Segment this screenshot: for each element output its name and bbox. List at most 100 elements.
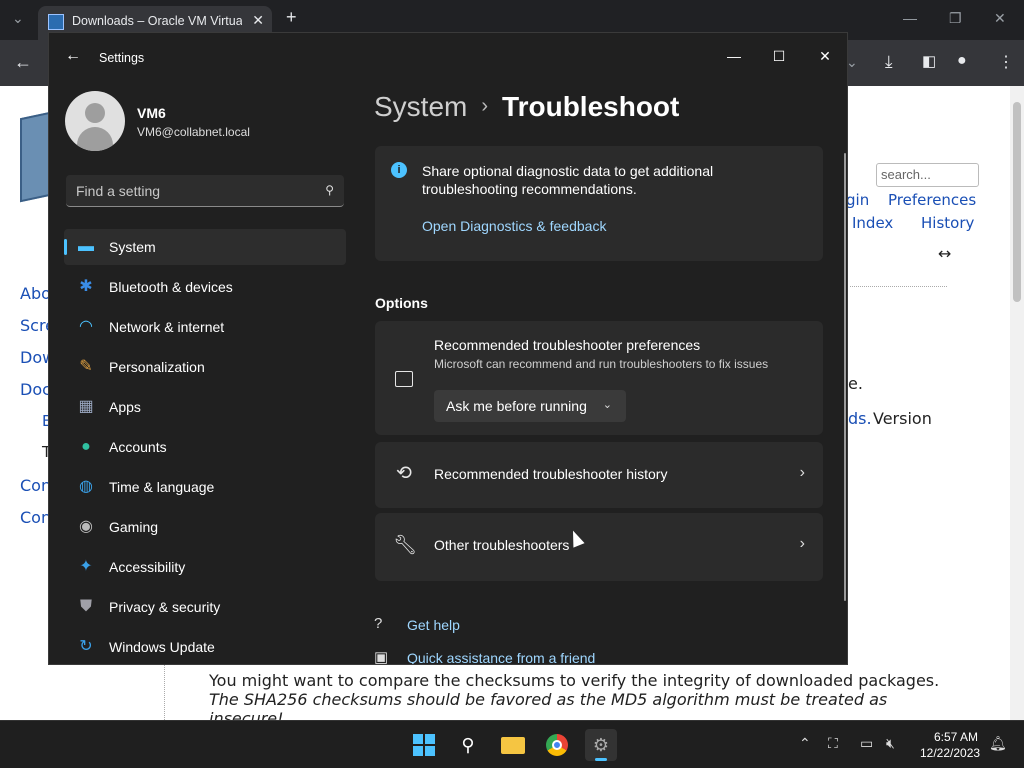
sidebar-item-label: Accounts: [109, 439, 167, 455]
sidebar-item-label: Network & internet: [109, 319, 225, 335]
globe-icon: ◍: [79, 478, 93, 495]
sidebar-item-label: Time & language: [109, 479, 215, 495]
gamepad-icon: ◉: [79, 518, 93, 535]
web-link-login[interactable]: gin: [846, 191, 869, 209]
clock-date[interactable]: 12/22/2023: [920, 746, 980, 760]
tab-close-icon[interactable]: ✕: [252, 12, 264, 29]
close-button[interactable]: ✕: [807, 41, 843, 71]
profile-icon[interactable]: ●: [957, 52, 967, 70]
browser-back-icon[interactable]: ←: [14, 52, 32, 73]
settings-window: ← Settings — ☐ ✕ VM6 VM6@collabnet.local…: [48, 32, 848, 665]
web-link-preferences[interactable]: Preferences: [888, 191, 976, 209]
open-diagnostics-link[interactable]: Open Diagnostics & feedback: [422, 218, 606, 234]
sidebar-item-label: Bluetooth & devices: [109, 279, 233, 295]
breadcrumb: System › Troubleshoot: [374, 91, 679, 123]
avatar: [65, 91, 125, 151]
get-help-label: Get help: [407, 617, 460, 633]
sidebar-item-bluetooth-devices[interactable]: ✱ Bluetooth & devices: [64, 269, 346, 305]
web-checksum-text: You might want to compare the checksums …: [209, 671, 940, 690]
tray-network-device-icon[interactable]: ⛶: [828, 735, 838, 752]
sidebar-item-apps[interactable]: ▦ Apps: [64, 389, 346, 425]
web-text-fragment: e.: [848, 374, 863, 393]
sidebar-item-privacy-security[interactable]: ⛊ Privacy & security: [64, 589, 346, 625]
start-button[interactable]: [408, 729, 440, 761]
chat-bubble-icon: [395, 371, 413, 387]
tray-display-icon[interactable]: ▭: [860, 735, 873, 752]
system-icon: ▬: [78, 238, 94, 255]
sidebar-item-accounts[interactable]: ● Accounts: [64, 429, 346, 465]
scrollbar-thumb[interactable]: [1013, 102, 1021, 302]
web-nav-community[interactable]: Con: [20, 476, 51, 495]
web-nav-contribute[interactable]: Con: [20, 508, 51, 527]
wifi-icon: ◠: [79, 318, 93, 335]
sidebar-item-label: Personalization: [109, 359, 205, 375]
sidebar-item-windows-update[interactable]: ↻ Windows Update: [64, 629, 346, 664]
troubleshooter-preferences-card: Recommended troubleshooter preferences M…: [375, 321, 823, 435]
settings-titlebar: ← Settings — ☐ ✕: [49, 33, 847, 83]
sidebar-item-system[interactable]: ▬ System: [64, 229, 346, 265]
quick-assist-icon: ▣: [374, 649, 389, 665]
web-link-downloads-partial[interactable]: ds.: [848, 409, 872, 428]
web-page-scrollbar[interactable]: [1010, 86, 1024, 720]
web-sha-text: The SHA256 checksums should be favored a…: [209, 690, 888, 709]
maximize-button[interactable]: ☐: [761, 41, 797, 71]
browser-tab-title: Downloads – Oracle VM VirtualBox: [72, 14, 242, 28]
web-text-version: Version: [873, 409, 932, 428]
desktop: ⌄ Downloads – Oracle VM VirtualBox ✕ + —…: [0, 0, 1024, 768]
page-title: Troubleshoot: [502, 91, 680, 122]
sidebar-item-label: Windows Update: [109, 639, 215, 655]
sidebar-item-network-internet[interactable]: ◠ Network & internet: [64, 309, 346, 345]
quick-assist-label: Quick assistance from a friend: [407, 650, 596, 665]
apps-icon: ▦: [78, 398, 94, 415]
side-panel-icon[interactable]: ◧: [922, 52, 936, 70]
windows-logo-icon: [413, 734, 435, 756]
breadcrumb-separator-icon: ›: [481, 95, 489, 117]
browser-menu-icon[interactable]: ⋮: [998, 52, 1014, 72]
info-icon: i: [391, 162, 407, 178]
troubleshooter-history-row[interactable]: ⟲ Recommended troubleshooter history ›: [375, 442, 823, 508]
find-setting-placeholder: Find a setting: [76, 183, 161, 199]
settings-gear-icon[interactable]: ⚙: [585, 729, 617, 761]
breadcrumb-parent[interactable]: System: [374, 91, 467, 122]
new-tab-button[interactable]: +: [286, 7, 297, 28]
downloads-icon[interactable]: ⤓: [885, 52, 893, 72]
web-search-input[interactable]: search...: [876, 163, 979, 187]
troubleshooter-preference-dropdown[interactable]: Ask me before running ⌄: [434, 390, 626, 422]
search-icon[interactable]: ⚲: [452, 729, 484, 761]
sidebar-item-gaming[interactable]: ◉ Gaming: [64, 509, 346, 545]
browser-restore-icon[interactable]: ❐: [949, 10, 962, 27]
browser-close-icon[interactable]: ✕: [994, 10, 1006, 27]
brush-icon: ✎: [79, 358, 93, 375]
tray-sound-icon[interactable]: 🔇︎: [886, 735, 895, 752]
diagnostic-info-card: i Share optional diagnostic data to get …: [375, 146, 823, 261]
web-nav-about[interactable]: Abo: [20, 284, 51, 303]
back-arrow-icon[interactable]: ←: [65, 47, 81, 65]
taskbar: ⚲ ⚙ ⌃ ⛶ ▭ 🔇︎ 6:57 AM 12/22/2023 🔔︎: [0, 720, 1024, 768]
notification-bell-icon[interactable]: 🔔︎: [989, 735, 1007, 752]
settings-scrollbar[interactable]: [844, 153, 846, 601]
file-explorer-icon[interactable]: [497, 729, 529, 761]
chrome-icon[interactable]: [541, 729, 573, 761]
avatar-head: [85, 103, 105, 123]
browser-minimize-icon[interactable]: —: [903, 10, 917, 26]
resize-arrow-icon: ↔: [938, 244, 952, 263]
tab-search-chevron-icon[interactable]: ⌄: [12, 10, 24, 27]
web-link-history[interactable]: History: [921, 214, 974, 232]
history-label: Recommended troubleshooter history: [434, 466, 668, 482]
sidebar-item-personalization[interactable]: ✎ Personalization: [64, 349, 346, 385]
clock-time[interactable]: 6:57 AM: [934, 730, 978, 744]
sidebar-item-time-language[interactable]: ◍ Time & language: [64, 469, 346, 505]
shield-icon: ⛊: [79, 598, 92, 615]
sidebar-item-accessibility[interactable]: ✦ Accessibility: [64, 549, 346, 585]
update-icon: ↻: [79, 638, 93, 655]
web-link-index[interactable]: Index: [852, 214, 893, 232]
web-nav-documentation[interactable]: Doc: [20, 380, 51, 399]
history-icon: ⟲: [396, 463, 412, 484]
find-setting-input[interactable]: Find a setting ⚲: [66, 175, 344, 207]
other-troubleshooters-row[interactable]: 🔧︎ Other troubleshooters ›: [375, 513, 823, 581]
tray-overflow-icon[interactable]: ⌃: [799, 735, 811, 752]
user-email: VM6@collabnet.local: [137, 125, 250, 139]
minimize-button[interactable]: —: [716, 41, 752, 71]
web-insecure-text: insecure!: [209, 709, 284, 720]
accessibility-icon: ✦: [79, 558, 93, 575]
